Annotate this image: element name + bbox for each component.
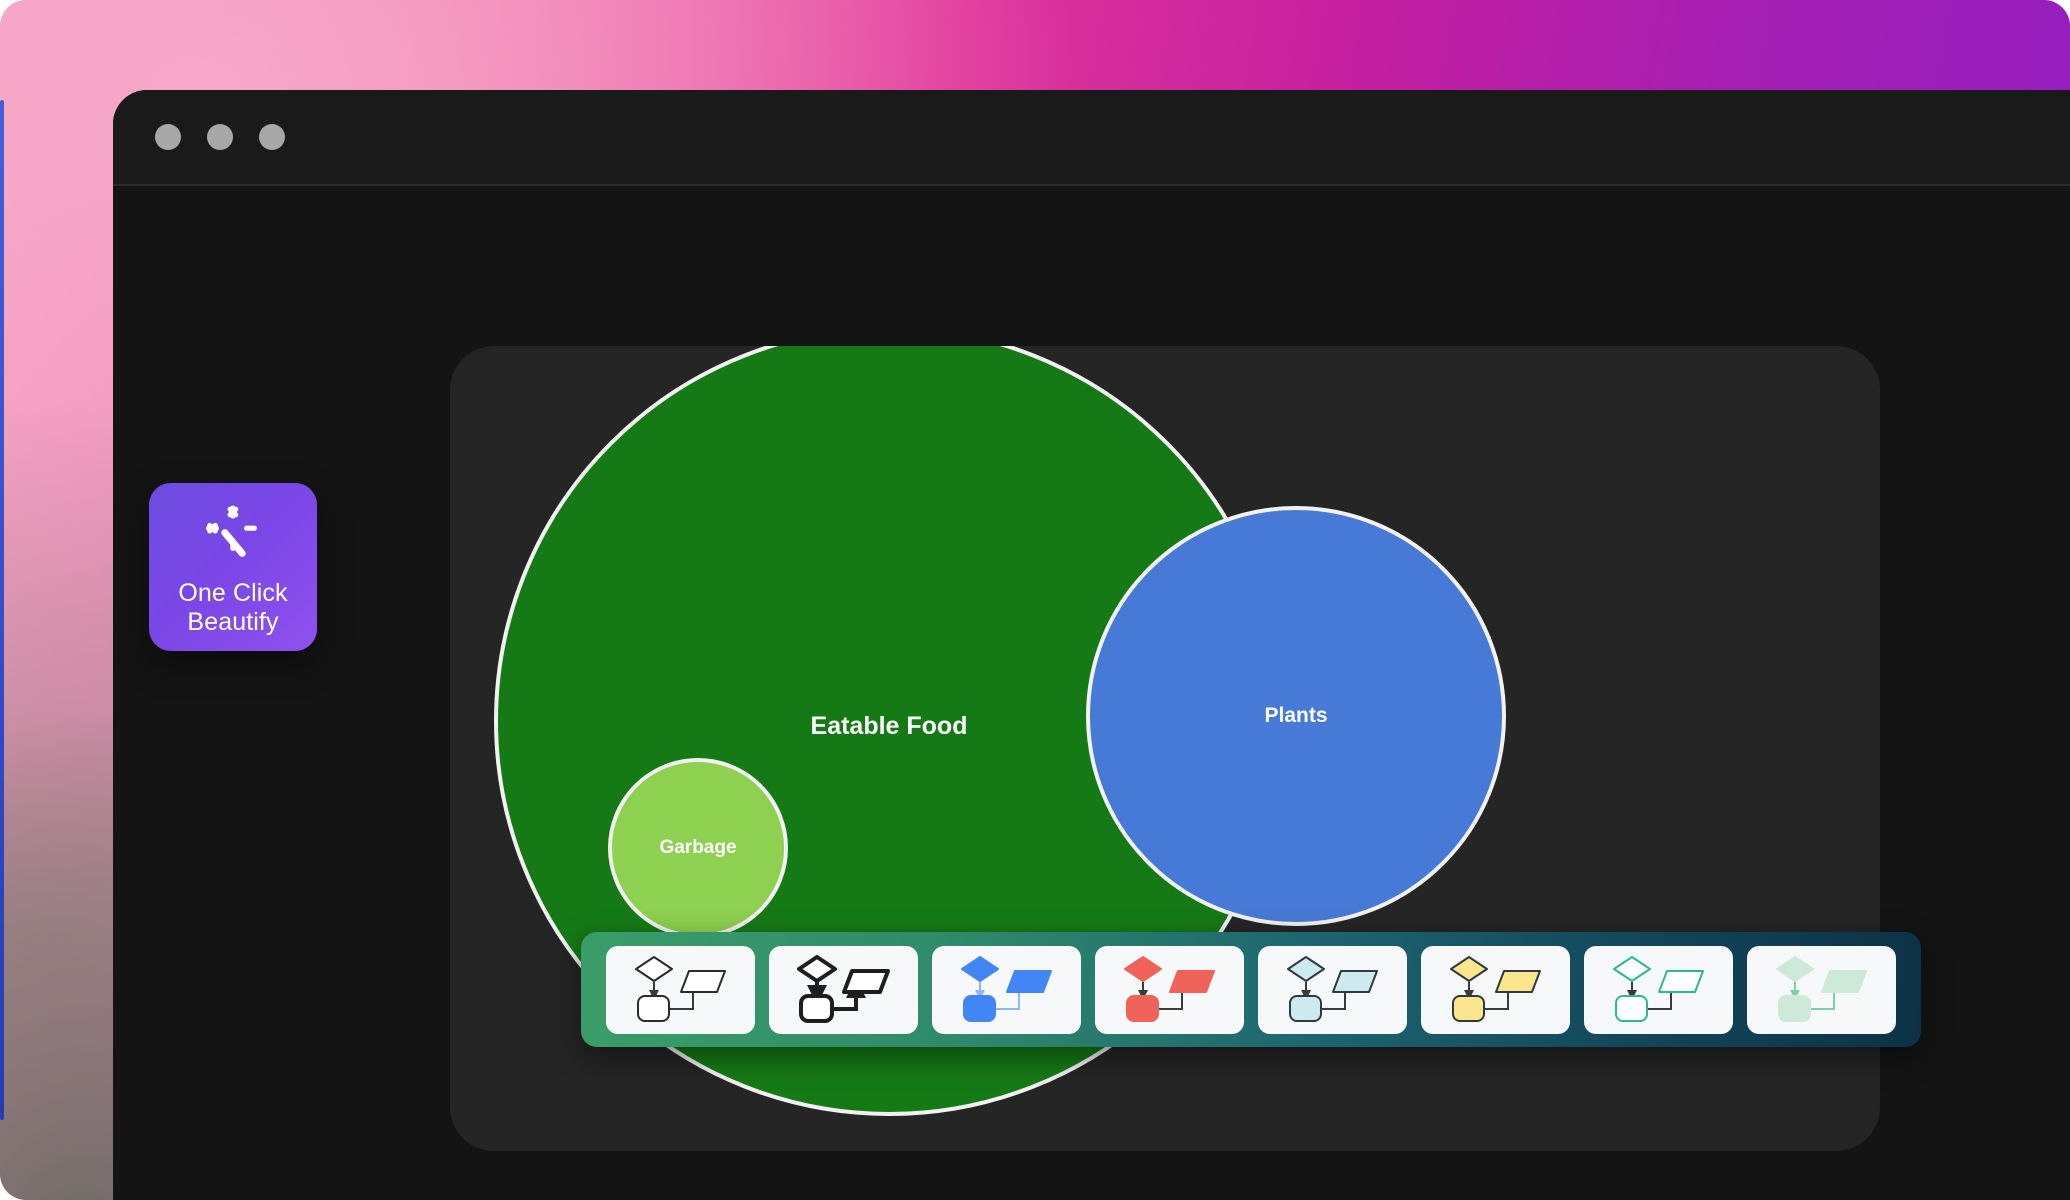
- decorative-edge-accent: [0, 100, 4, 1120]
- flowchart-preview-icon: [634, 955, 726, 1022]
- theme-card-pastel-cyan[interactable]: [1258, 945, 1407, 1034]
- theme-card-pastel-yellow[interactable]: [1421, 945, 1570, 1034]
- flowchart-preview-icon: [796, 954, 890, 1023]
- beautify-label-line1: One Click: [178, 579, 288, 607]
- node-label: Eatable Food: [810, 712, 968, 740]
- magic-wand-sparkle-icon: [204, 504, 262, 567]
- flowchart-preview-icon: [960, 955, 1052, 1022]
- theme-card-solid-red[interactable]: [1095, 945, 1244, 1034]
- app-window: Eatable Food Plants Garbage One Click Be…: [113, 90, 2070, 1200]
- flowchart-preview-icon: [1123, 955, 1215, 1022]
- one-click-beautify-button[interactable]: One Click Beautify: [149, 483, 317, 651]
- close-dot-icon[interactable]: [155, 124, 181, 150]
- beautify-label-line2: Beautify: [187, 607, 279, 636]
- workspace: Eatable Food Plants Garbage One Click Be…: [113, 188, 2070, 1200]
- node-label: Plants: [1264, 704, 1328, 728]
- theme-card-outline-thin-mono[interactable]: [606, 945, 755, 1034]
- minimize-dot-icon[interactable]: [207, 124, 233, 150]
- flowchart-preview-icon: [1612, 955, 1704, 1022]
- theme-card-outline-teal[interactable]: [1584, 945, 1733, 1034]
- window-titlebar: [113, 90, 2070, 186]
- window-controls: [155, 124, 285, 150]
- theme-card-soft-mint[interactable]: [1747, 945, 1896, 1034]
- flowchart-preview-icon: [1775, 955, 1867, 1022]
- flowchart-preview-icon: [1449, 955, 1541, 1022]
- maximize-dot-icon[interactable]: [259, 124, 285, 150]
- diagram-node-plants[interactable]: Plants: [1086, 506, 1506, 926]
- flowchart-preview-icon: [1286, 955, 1378, 1022]
- theme-card-solid-blue[interactable]: [932, 945, 1081, 1034]
- theme-card-outline-bold-mono[interactable]: [769, 945, 918, 1034]
- beautify-button-label: One Click Beautify: [178, 579, 287, 636]
- diagram-node-garbage[interactable]: Garbage: [608, 758, 788, 938]
- node-label: Garbage: [659, 836, 737, 858]
- theme-picker-bar[interactable]: [581, 932, 1921, 1047]
